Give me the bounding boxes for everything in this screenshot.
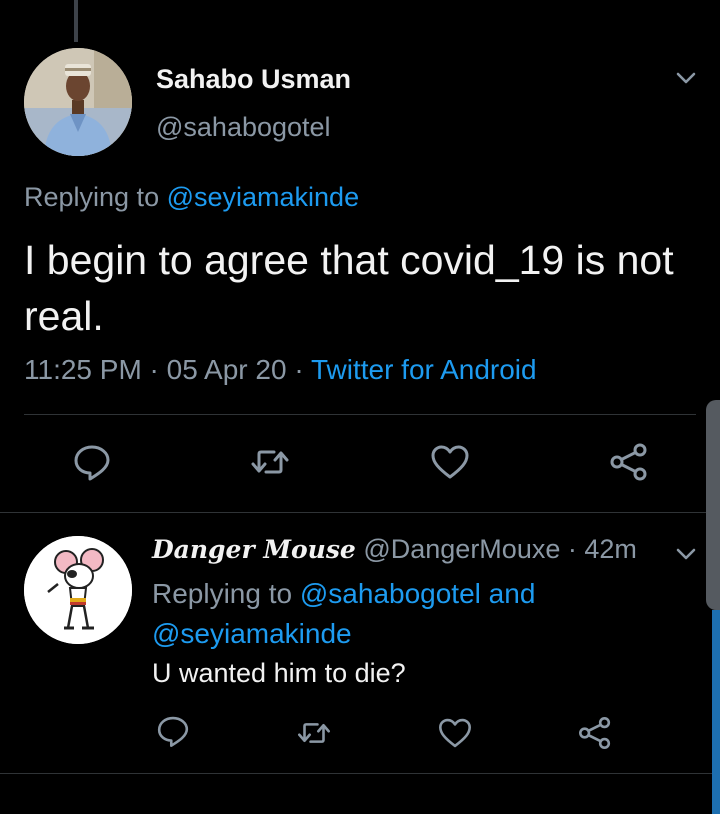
edge-panel-handle[interactable] — [706, 400, 720, 610]
main-tweet-meta: 11:25 PM · 05 Apr 20 · Twitter for Andro… — [24, 354, 537, 386]
heart-icon[interactable] — [428, 440, 472, 484]
scrollbar[interactable] — [712, 610, 720, 814]
meta-separator: · — [286, 354, 311, 385]
chevron-down-icon[interactable] — [672, 540, 700, 568]
reply-author-handle[interactable]: @DangerMouxe — [363, 534, 560, 564]
retweet-icon[interactable] — [248, 440, 292, 484]
main-replying-to: Replying to @seyiamakinde — [24, 182, 359, 213]
mention-link[interactable]: @seyiamakinde — [152, 618, 352, 649]
replying-joiner: and — [480, 578, 536, 609]
divider — [24, 414, 696, 415]
replying-prefix: Replying to — [24, 182, 167, 212]
reply-age: 42m — [584, 534, 637, 564]
main-tweet-text: I begin to agree that covid_19 is not re… — [24, 237, 674, 339]
tweet-source-link[interactable]: Twitter for Android — [311, 354, 537, 385]
mention-link[interactable]: @sahabogotel — [300, 578, 481, 609]
share-icon[interactable] — [576, 714, 614, 752]
tweet-time: 11:25 PM — [24, 354, 142, 385]
reply-header: Danger Mouse @DangerMouxe · 42m — [152, 534, 637, 565]
retweet-icon[interactable] — [295, 714, 333, 752]
tweet-thread-page: Sahabo Usman @sahabogotel Replying to @s… — [0, 0, 720, 814]
main-author-avatar[interactable] — [24, 48, 132, 156]
divider — [0, 773, 720, 774]
reply-icon[interactable] — [70, 440, 114, 484]
reply-icon[interactable] — [154, 712, 192, 750]
main-author-name[interactable]: Sahabo Usman — [156, 64, 351, 95]
divider — [0, 512, 720, 513]
chevron-down-icon[interactable] — [672, 64, 700, 92]
meta-separator: · — [141, 354, 167, 385]
meta-separator: · — [560, 534, 585, 564]
tweet-date: 05 Apr 20 — [166, 354, 287, 385]
reply-tweet-text: U wanted him to die? — [152, 658, 406, 688]
main-author-handle[interactable]: @sahabogotel — [156, 112, 331, 143]
reply-author-avatar[interactable] — [24, 536, 132, 644]
reply-author-name[interactable]: Danger Mouse — [152, 535, 356, 564]
reply-replying-to: Replying to @sahabogotel and @seyiamakin… — [152, 574, 672, 654]
replying-prefix: Replying to — [152, 578, 300, 609]
thread-connector-line — [74, 0, 78, 42]
heart-icon[interactable] — [436, 714, 474, 752]
mention-link[interactable]: @seyiamakinde — [167, 182, 360, 212]
share-icon[interactable] — [607, 440, 651, 484]
